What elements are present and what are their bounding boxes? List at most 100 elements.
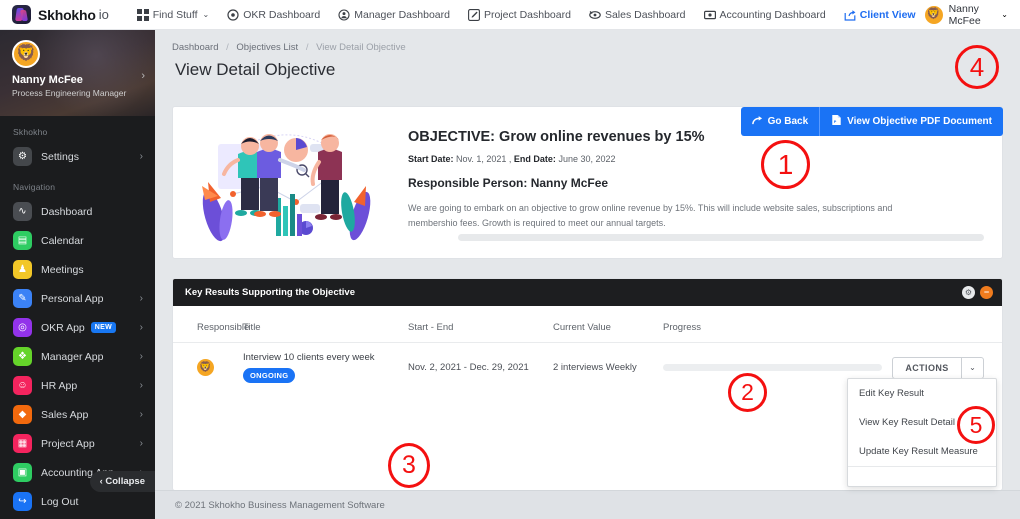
chevron-right-icon: ›	[139, 351, 143, 362]
nav-label: Accounting Dashboard	[719, 8, 826, 21]
key-result-progress-bar	[663, 364, 882, 371]
breadcrumb-item-objectives-list[interactable]: Objectives List	[236, 42, 298, 53]
row-dates-cell: Nov. 2, 2021 - Dec. 29, 2021	[408, 362, 529, 373]
go-back-button[interactable]: Go Back	[740, 107, 820, 136]
sidebar-item-hr-app[interactable]: ☺ HR App ›	[0, 371, 155, 400]
sidebar-item-label: Project App	[41, 437, 95, 450]
grid-icon	[136, 8, 149, 21]
pencil-icon: ✎	[13, 289, 32, 308]
responsible-person: Responsible Person: Nanny McFee	[408, 176, 609, 190]
page-header-actions: Go Back P View Objective PDF Document	[740, 107, 1003, 136]
banknote-icon	[703, 9, 716, 21]
sidebar-item-dashboard[interactable]: ∿ Dashboard	[0, 197, 155, 226]
people-heart-icon: ☺	[13, 376, 32, 395]
annotation-marker-3: 3	[388, 443, 430, 488]
sidebar-item-manager-app[interactable]: ❖ Manager App ›	[0, 342, 155, 371]
share-square-icon	[844, 9, 856, 21]
nav-item-project-dashboard[interactable]: Project Dashboard	[459, 9, 580, 21]
start-date-value: Nov. 1, 2021	[456, 154, 507, 164]
settings-circle-icon[interactable]: ⚙	[962, 286, 975, 299]
breadcrumb-separator: /	[226, 42, 229, 53]
objective-progress-bar	[458, 234, 984, 241]
logout-icon: ↪	[13, 492, 32, 511]
chevron-down-icon: ⌄	[202, 10, 210, 19]
sidebar-item-label: Dashboard	[41, 205, 93, 218]
status-badge: ONGOING	[243, 368, 296, 383]
column-header-progress: Progress	[663, 322, 702, 333]
nav-label: Sales Dashboard	[604, 8, 686, 21]
objective-description: We are going to embark on an objective t…	[408, 203, 893, 228]
chevron-right-icon: ›	[139, 293, 143, 304]
sidebar-item-meetings[interactable]: ♟ Meetings	[0, 255, 155, 284]
sidebar-item-label: Sales App	[41, 408, 89, 421]
brand-logo-area[interactable]: Skhokho io	[0, 5, 128, 24]
skhokho-logo-icon	[12, 5, 31, 24]
sidebar-item-calendar[interactable]: ▤ Calendar	[0, 226, 155, 255]
actions-button-label: ACTIONS	[905, 362, 949, 373]
chevron-right-icon: ›	[139, 438, 143, 449]
status-badge-new: NEW	[90, 322, 117, 333]
chevron-right-icon: ›	[139, 322, 143, 333]
chevron-left-icon: ‹	[99, 476, 103, 487]
main-nav: Find Stuff ⌄ OKR Dashboard Manager Dashb…	[128, 8, 925, 21]
sidebar-section-label-navigation: Navigation	[13, 182, 56, 192]
annotation-marker-1: 1	[761, 140, 810, 189]
sidebar-item-settings[interactable]: ⚙ Settings ›	[0, 142, 155, 171]
annotation-marker-2: 2	[728, 373, 767, 412]
people-icon: ♟	[13, 260, 32, 279]
lion-avatar: 🦁	[12, 40, 40, 68]
sidebar-item-label: Personal App	[41, 292, 104, 305]
sidebar-item-project-app[interactable]: ▦ Project App ›	[0, 429, 155, 458]
nav-item-client-view[interactable]: Client View	[835, 9, 925, 21]
nav-item-find-stuff[interactable]: Find Stuff ⌄	[128, 8, 218, 21]
sidebar-item-personal-app[interactable]: ✎ Personal App ›	[0, 284, 155, 313]
row-responsible-cell: 🦁	[173, 359, 243, 376]
sidebar-item-label: Calendar	[41, 234, 84, 247]
row-title-cell: Interview 10 clients every week ONGOING	[243, 352, 408, 383]
objective-dates: Start Date: Nov. 1, 2021 , End Date: Jun…	[408, 154, 616, 164]
breadcrumb-item-dashboard[interactable]: Dashboard	[172, 42, 218, 53]
key-results-header: Key Results Supporting the Objective ⚙ −	[173, 279, 1002, 306]
chevron-right-icon: ›	[141, 70, 145, 82]
pdf-file-icon: P	[831, 114, 842, 129]
lion-avatar: 🦁	[197, 359, 214, 376]
sidebar-item-sales-app[interactable]: ◆ Sales App ›	[0, 400, 155, 429]
column-header-title: Title	[243, 322, 261, 333]
user-menu[interactable]: 🦁 Nanny McFee ⌄	[924, 3, 1020, 27]
app-root: Skhokho io Find Stuff ⌄ OKR Dashboard Ma…	[0, 0, 1020, 519]
chevron-right-icon: ›	[139, 409, 143, 420]
sidebar-profile[interactable]: 🦁 Nanny McFee Process Engineering Manage…	[0, 30, 155, 116]
nav-item-sales-dashboard[interactable]: Sales Dashboard	[580, 9, 695, 21]
chevron-down-icon[interactable]: ⌄	[961, 357, 983, 378]
brand-suffix: io	[98, 7, 109, 22]
arrow-redo-icon	[751, 115, 763, 129]
column-header-actions	[892, 322, 1002, 333]
annotation-marker-5: 5	[957, 406, 995, 444]
minimize-circle-icon[interactable]: −	[980, 286, 993, 299]
collapse-sidebar-button[interactable]: ‹ Collapse	[89, 471, 155, 492]
nav-item-manager-dashboard[interactable]: Manager Dashboard	[329, 9, 459, 21]
sidebar-item-okr-app[interactable]: ◎ OKR App NEW ›	[0, 313, 155, 342]
view-objective-pdf-button[interactable]: P View Objective PDF Document	[819, 107, 1003, 136]
sidebar: 🦁 Nanny McFee Process Engineering Manage…	[0, 30, 155, 519]
row-actions-cell: ACTIONS ⌄	[892, 356, 1002, 379]
table-header-row: Responsible Title Start - End Current Va…	[173, 306, 1002, 342]
nav-item-accounting-dashboard[interactable]: Accounting Dashboard	[695, 9, 835, 21]
chevron-right-icon: ›	[139, 151, 143, 162]
nav-item-okr-dashboard[interactable]: OKR Dashboard	[218, 9, 329, 21]
calendar-icon: ▤	[13, 231, 32, 250]
page-footer: © 2021 Skhokho Business Management Softw…	[155, 490, 1020, 519]
start-date-label: Start Date:	[408, 154, 454, 164]
go-back-label: Go Back	[767, 116, 809, 127]
page-title: View Detail Objective	[175, 60, 336, 79]
view-pdf-label: View Objective PDF Document	[847, 116, 992, 127]
menu-item-edit-key-result[interactable]: Edit Key Result	[848, 379, 996, 408]
footer-text: © 2021 Skhokho Business Management Softw…	[175, 499, 385, 511]
actions-button[interactable]: ACTIONS ⌄	[892, 356, 984, 379]
nav-label: Manager Dashboard	[354, 8, 450, 21]
team-analytics-illustration	[173, 117, 408, 248]
pencil-square-icon	[468, 8, 480, 21]
book-icon: ▦	[13, 434, 32, 453]
box-icon: ❖	[13, 347, 32, 366]
nav-label: Find Stuff	[152, 8, 198, 21]
